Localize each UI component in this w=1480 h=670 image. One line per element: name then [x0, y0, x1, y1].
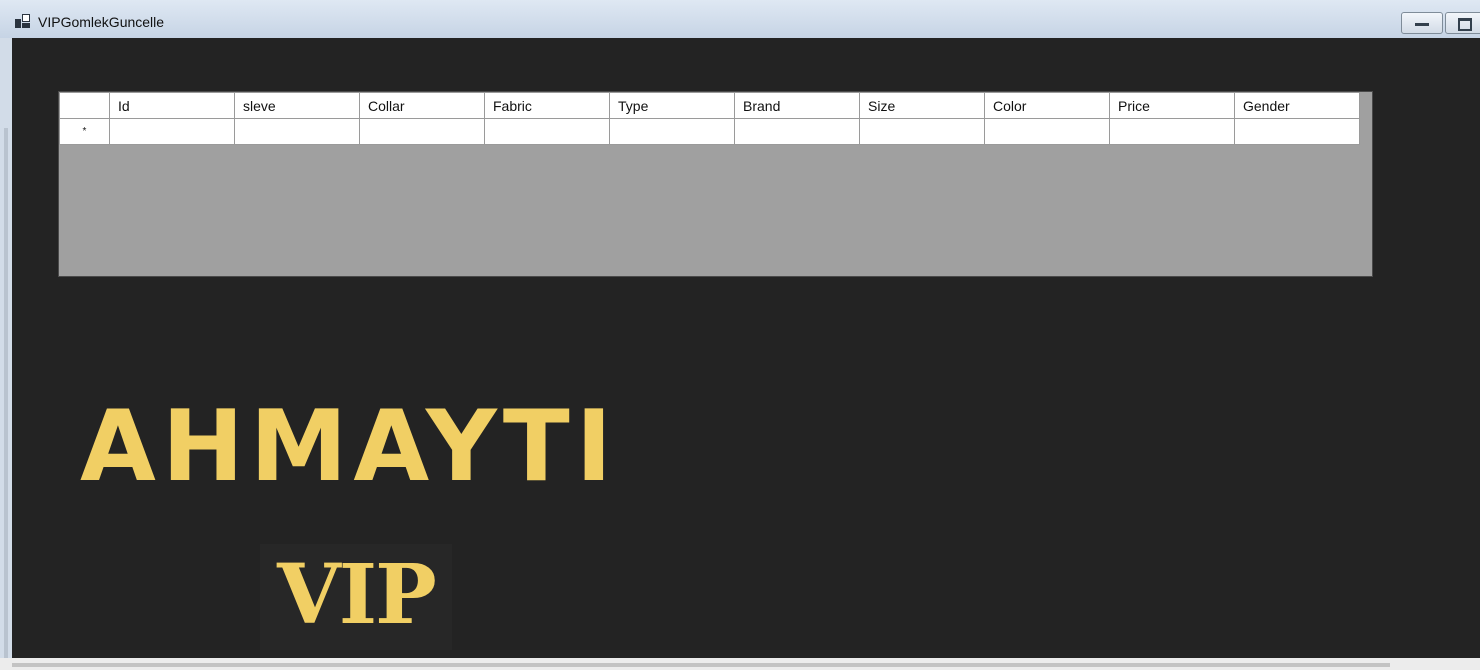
window-title: VIPGomlekGuncelle [38, 14, 165, 30]
column-header-price[interactable]: Price [1109, 92, 1235, 119]
form-client-area: Id sleve Collar Fabric Type Brand Size C… [12, 38, 1480, 658]
cell-color[interactable] [984, 118, 1110, 145]
vertical-scrollbar[interactable] [4, 128, 8, 668]
column-header-color[interactable]: Color [984, 92, 1110, 119]
bottom-window-frame [0, 658, 1480, 670]
maximize-icon [1458, 18, 1472, 31]
vip-logo-box: VIP [260, 544, 452, 650]
brand-logo-text: AHMAYTI [80, 390, 619, 504]
cell-fabric[interactable] [484, 118, 610, 145]
maximize-button[interactable] [1445, 12, 1480, 34]
vip-logo-text: VIP [277, 547, 437, 643]
cell-gender[interactable] [1234, 118, 1360, 145]
corner-header-cell[interactable] [59, 92, 110, 119]
new-row[interactable]: * [59, 118, 1360, 145]
column-header-type[interactable]: Type [609, 92, 735, 119]
cell-price[interactable] [1109, 118, 1235, 145]
column-header-sleve[interactable]: sleve [234, 92, 360, 119]
data-grid-table: Id sleve Collar Fabric Type Brand Size C… [59, 92, 1360, 145]
column-header-fabric[interactable]: Fabric [484, 92, 610, 119]
cell-collar[interactable] [359, 118, 485, 145]
column-header-gender[interactable]: Gender [1234, 92, 1360, 119]
app-window-icon [15, 14, 30, 28]
left-window-frame [0, 38, 12, 670]
cell-type[interactable] [609, 118, 735, 145]
new-row-marker[interactable]: * [59, 118, 110, 145]
cell-size[interactable] [859, 118, 985, 145]
horizontal-scrollbar[interactable] [12, 663, 1390, 667]
column-header-id[interactable]: Id [109, 92, 235, 119]
cell-sleve[interactable] [234, 118, 360, 145]
minimize-button[interactable] [1401, 12, 1443, 34]
cell-brand[interactable] [734, 118, 860, 145]
column-header-collar[interactable]: Collar [359, 92, 485, 119]
cell-id[interactable] [109, 118, 235, 145]
column-header-size[interactable]: Size [859, 92, 985, 119]
app-window: VIPGomlekGuncelle Id sleve Collar Fabric… [0, 0, 1480, 670]
data-grid[interactable]: Id sleve Collar Fabric Type Brand Size C… [58, 91, 1373, 277]
header-row: Id sleve Collar Fabric Type Brand Size C… [59, 92, 1360, 119]
title-bar[interactable]: VIPGomlekGuncelle [0, 0, 1480, 38]
column-header-brand[interactable]: Brand [734, 92, 860, 119]
minimize-icon [1415, 23, 1429, 26]
